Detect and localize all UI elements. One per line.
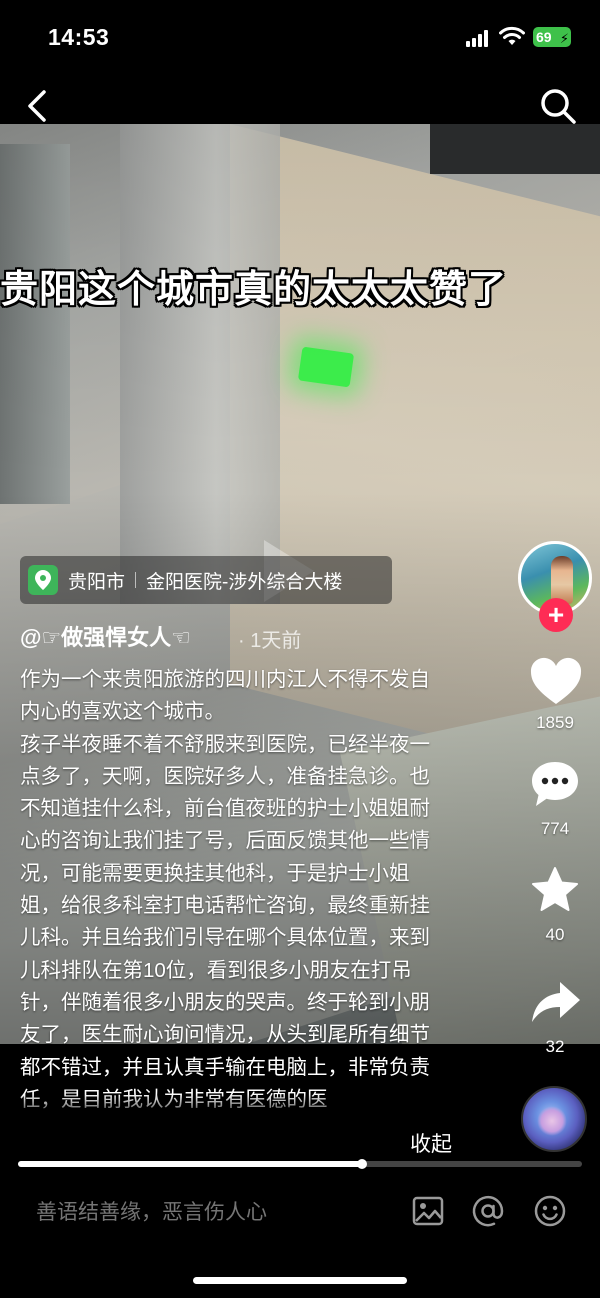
wifi-icon bbox=[499, 26, 525, 45]
battery-icon: 69 ⚡ bbox=[533, 27, 571, 47]
charging-bolt-icon: ⚡ bbox=[559, 31, 569, 46]
comment-count: 774 bbox=[540, 819, 570, 838]
location-place: 金阳医院-涉外综合大楼 bbox=[146, 571, 343, 593]
home-indicator[interactable] bbox=[193, 1277, 407, 1284]
follow-button[interactable]: + bbox=[539, 598, 573, 632]
emoji-icon[interactable] bbox=[533, 1194, 567, 1228]
plus-icon: + bbox=[547, 599, 565, 630]
post-time: · 1天前 bbox=[238, 630, 302, 652]
status-bar: 14:53 69 ⚡ bbox=[0, 0, 600, 80]
progress-fill bbox=[18, 1161, 363, 1167]
location-pin-icon bbox=[28, 565, 58, 595]
status-time: 14:53 bbox=[48, 24, 110, 50]
favorite-count: 40 bbox=[545, 925, 565, 944]
at-icon[interactable] bbox=[471, 1194, 505, 1228]
progress-knob[interactable] bbox=[357, 1159, 368, 1169]
battery-level: 69 bbox=[536, 29, 552, 45]
like-count: 1859 bbox=[536, 713, 574, 732]
signal-icon bbox=[466, 30, 492, 47]
share-icon[interactable] bbox=[530, 980, 582, 1024]
search-icon[interactable] bbox=[538, 86, 578, 126]
description-paragraph: 作为一个来贵阳旅游的四川内江人不得不发自内心的喜欢这个城市。 bbox=[20, 668, 430, 724]
image-icon[interactable] bbox=[411, 1194, 445, 1228]
author-name[interactable]: @☞做强悍女人☜ bbox=[20, 620, 191, 652]
post-description: 作为一个来贵阳旅游的四川内江人不得不发自内心的喜欢这个城市。 孩子半夜睡不着不舒… bbox=[20, 664, 440, 1118]
heart-icon[interactable] bbox=[529, 656, 583, 706]
share-count: 32 bbox=[545, 1037, 565, 1056]
comment-input[interactable] bbox=[36, 1196, 396, 1230]
location-divider bbox=[135, 572, 137, 588]
comment-icon[interactable] bbox=[530, 760, 580, 808]
collapse-button[interactable]: 收起 bbox=[410, 1128, 452, 1158]
star-icon[interactable] bbox=[530, 866, 580, 914]
description-fade bbox=[0, 1094, 480, 1120]
music-disc-icon[interactable] bbox=[521, 1086, 587, 1152]
video-progress-bar[interactable] bbox=[18, 1159, 582, 1169]
description-paragraph: 孩子半夜睡不着不舒服来到医院，已经半夜一点多了，天啊，医院好多人，准备挂急诊。也… bbox=[20, 732, 430, 1111]
chevron-left-icon[interactable] bbox=[22, 88, 56, 124]
location-chip[interactable]: 贵阳市 金阳医院-涉外综合大楼 bbox=[20, 556, 392, 604]
avatar-figure bbox=[551, 556, 573, 604]
location-city: 贵阳市 bbox=[68, 571, 126, 593]
video-title-overlay: 贵阳这个城市真的太太太赞了 bbox=[0, 269, 508, 311]
